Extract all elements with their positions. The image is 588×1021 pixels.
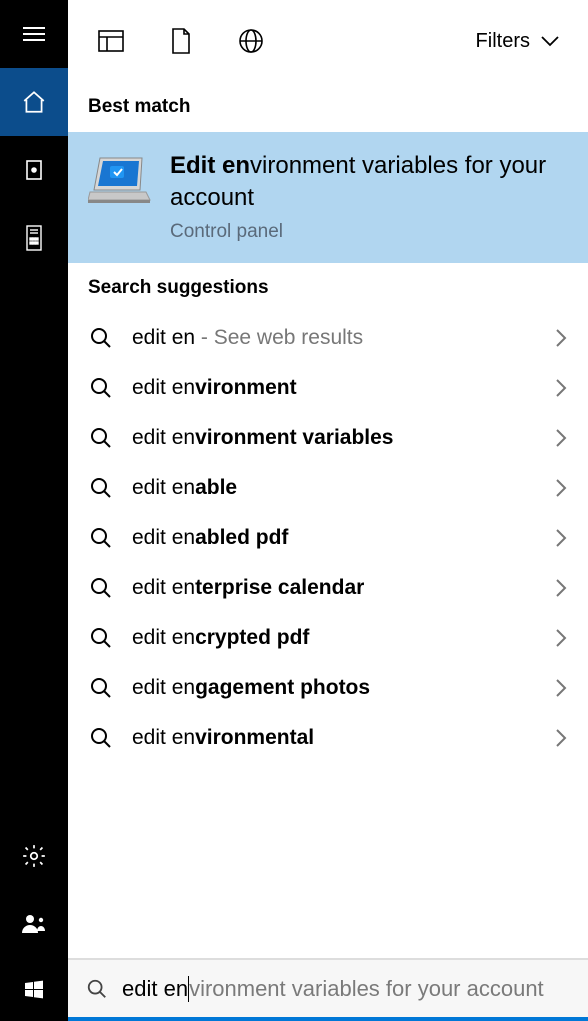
best-match-subtitle: Control panel	[170, 221, 568, 243]
suggestion-text: edit environment	[132, 376, 554, 400]
search-text: edit environment variables for your acco…	[122, 976, 544, 1002]
suggestion-text: edit en - See web results	[132, 326, 554, 350]
topbar: Filters	[68, 0, 588, 82]
chevron-right-icon[interactable]	[554, 427, 568, 449]
search-icon	[88, 426, 114, 450]
suggestion-text: edit enabled pdf	[132, 526, 554, 550]
chevron-right-icon[interactable]	[554, 677, 568, 699]
hamburger-icon	[23, 27, 45, 41]
suggestion-text: edit engagement photos	[132, 676, 554, 700]
best-match-header: Best match	[68, 82, 588, 132]
suggestion-text: edit enable	[132, 476, 554, 500]
chevron-right-icon[interactable]	[554, 377, 568, 399]
search-icon	[88, 626, 114, 650]
sidebar-account[interactable]	[0, 890, 68, 958]
search-icon	[88, 326, 114, 350]
suggestion-text: edit enterprise calendar	[132, 576, 554, 600]
chevron-right-icon[interactable]	[554, 577, 568, 599]
nav-sidebar	[0, 0, 68, 1021]
sidebar-apps[interactable]	[0, 136, 68, 204]
filter-all-icon[interactable]	[98, 28, 124, 54]
chevron-right-icon[interactable]	[554, 327, 568, 349]
search-icon	[88, 526, 114, 550]
search-icon	[86, 978, 108, 1000]
control-panel-laptop-icon	[88, 150, 152, 206]
person-icon	[21, 913, 47, 935]
suggestions-header: Search suggestions	[68, 263, 588, 313]
suggestion-text: edit environmental	[132, 726, 554, 750]
chevron-down-icon	[540, 35, 560, 47]
suggestion-row[interactable]: edit environment variables	[68, 413, 588, 463]
suggestions-list: edit en - See web results edit environmen…	[68, 313, 588, 763]
main-panel: Filters Best match Edit environment vari…	[68, 0, 588, 1021]
apps-icon	[22, 158, 46, 182]
home-icon	[21, 89, 47, 115]
search-icon	[88, 376, 114, 400]
suggestion-text: edit environment variables	[132, 426, 554, 450]
best-match-title: Edit environment variables for your acco…	[170, 150, 568, 215]
filters-dropdown[interactable]: Filters	[476, 30, 570, 53]
sidebar-menu[interactable]	[0, 0, 68, 68]
chevron-right-icon[interactable]	[554, 627, 568, 649]
sidebar-settings[interactable]	[0, 822, 68, 890]
chevron-right-icon[interactable]	[554, 527, 568, 549]
sidebar-home[interactable]	[0, 68, 68, 136]
suggestion-row[interactable]: edit engagement photos	[68, 663, 588, 713]
filter-document-icon[interactable]	[170, 28, 192, 54]
filter-web-icon[interactable]	[238, 28, 264, 54]
suggestion-row[interactable]: edit enable	[68, 463, 588, 513]
best-match-result[interactable]: Edit environment variables for your acco…	[68, 132, 588, 263]
chevron-right-icon[interactable]	[554, 477, 568, 499]
search-icon	[88, 726, 114, 750]
suggestion-text: edit encrypted pdf	[132, 626, 554, 650]
suggestion-row[interactable]: edit environment	[68, 363, 588, 413]
suggestion-row[interactable]: edit en - See web results	[68, 313, 588, 363]
search-icon	[88, 576, 114, 600]
start-button[interactable]	[0, 958, 68, 1021]
windows-icon	[22, 978, 46, 1002]
search-bar: edit environment variables for your acco…	[68, 958, 588, 1021]
suggestion-row[interactable]: edit environmental	[68, 713, 588, 763]
search-input[interactable]: edit environment variables for your acco…	[68, 960, 588, 1017]
search-icon	[88, 476, 114, 500]
suggestion-row[interactable]: edit enabled pdf	[68, 513, 588, 563]
gear-icon	[21, 843, 47, 869]
chevron-right-icon[interactable]	[554, 727, 568, 749]
suggestion-row[interactable]: edit enterprise calendar	[68, 563, 588, 613]
suggestion-row[interactable]: edit encrypted pdf	[68, 613, 588, 663]
device-icon	[24, 224, 44, 252]
sidebar-device[interactable]	[0, 204, 68, 272]
filters-label: Filters	[476, 30, 530, 53]
search-icon	[88, 676, 114, 700]
